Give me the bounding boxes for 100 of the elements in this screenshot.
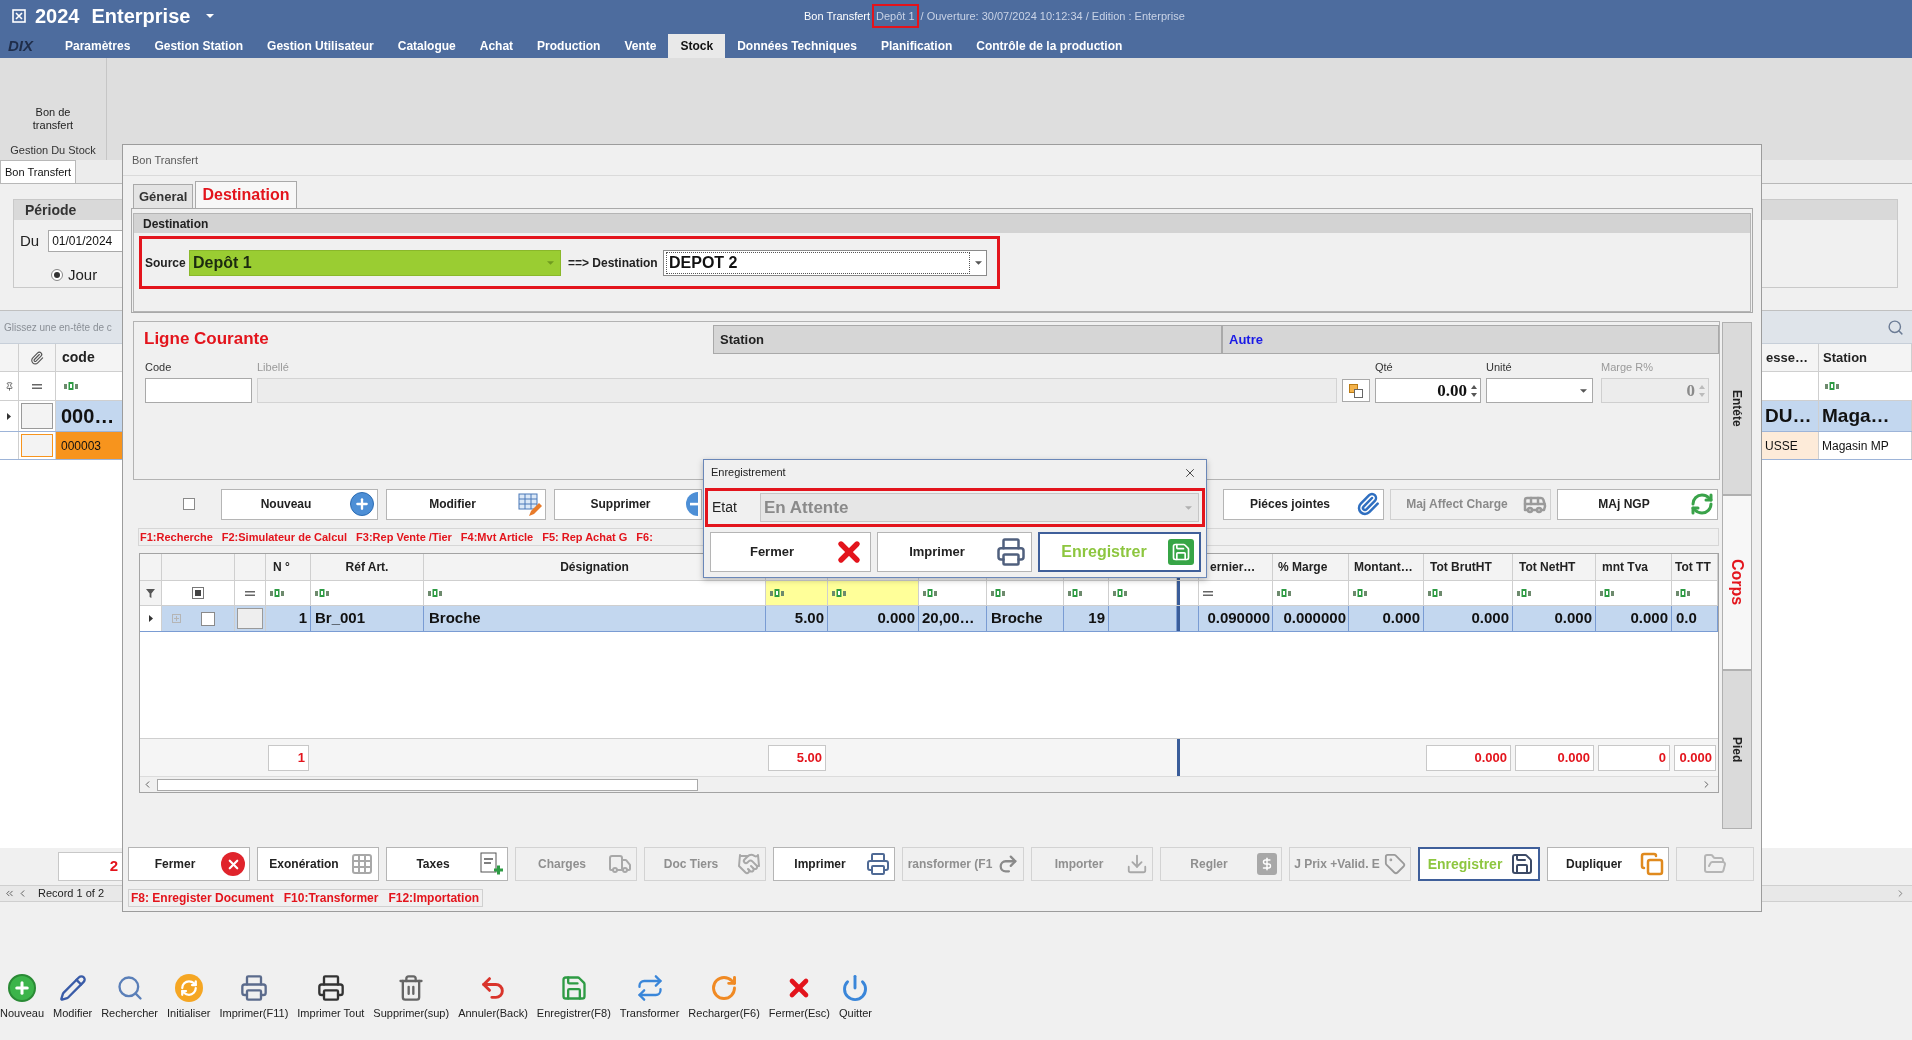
- toolbar-button[interactable]: Recharger(F6): [688, 974, 760, 1020]
- column-header[interactable]: Station: [1819, 344, 1912, 371]
- filter-cell[interactable]: [828, 581, 919, 605]
- field-label: Qté: [1375, 361, 1394, 374]
- column-header[interactable]: Tot BrutHT: [1424, 554, 1513, 580]
- source-combo[interactable]: Depôt 1: [189, 249, 561, 276]
- toolbar-button[interactable]: Supprimer(sup): [373, 974, 450, 1020]
- toolbar-button[interactable]: Fermer(Esc): [768, 974, 830, 1020]
- ribbon-button[interactable]: Bon de transfert: [20, 106, 86, 132]
- toolbar-button[interactable]: Modifier: [53, 974, 93, 1020]
- action-button[interactable]: Supprimer: [554, 488, 702, 520]
- checkbox[interactable]: [201, 611, 215, 626]
- toolbar-button[interactable]: Quitter: [838, 974, 872, 1020]
- footer-button[interactable]: Fermer: [128, 847, 250, 881]
- dialog-button[interactable]: Fermer: [710, 532, 871, 572]
- scrollbar-thumb[interactable]: [157, 778, 698, 791]
- shortcut-hint: F8: Enregister Document: [131, 890, 274, 907]
- toolbar-button[interactable]: Imprimer(F11): [219, 974, 289, 1020]
- footer-button[interactable]: Dupliquer: [1547, 847, 1669, 881]
- column-header[interactable]: mnt Tva: [1596, 554, 1672, 580]
- toolbar-button[interactable]: Enregistrer(F8): [536, 974, 611, 1020]
- menu-tab[interactable]: Contrôle de la production: [964, 34, 1135, 58]
- boxed-x-icon[interactable]: [12, 9, 26, 23]
- search-icon[interactable]: [1887, 318, 1904, 336]
- checkbox[interactable]: [192, 587, 204, 599]
- caret-icon[interactable]: [206, 14, 215, 18]
- action-button[interactable]: Modifier: [386, 488, 546, 520]
- side-tab[interactable]: Corps: [1722, 495, 1752, 670]
- column-header[interactable]: esse…: [1762, 344, 1819, 371]
- text-filter-icon: [1517, 589, 1531, 597]
- destination-combo[interactable]: DEPOT 2: [663, 249, 987, 276]
- toolbar-button[interactable]: Initialiser: [167, 974, 211, 1020]
- window-title: Bon Transfert: [132, 152, 199, 168]
- filter-cell[interactable]: [766, 581, 828, 605]
- folder-icon: [1703, 852, 1727, 876]
- icon-button[interactable]: [1342, 379, 1370, 402]
- column-header[interactable]: % Marge: [1273, 554, 1349, 580]
- paperclip-icon: [30, 350, 44, 365]
- column-header[interactable]: Réf Art.: [311, 554, 424, 580]
- shortcut-hint: F1:Recherche: [140, 529, 213, 545]
- toolbar-button[interactable]: Rechercher: [101, 974, 159, 1020]
- text-filter-icon: [270, 589, 284, 597]
- action-button[interactable]: MAj NGP: [1557, 488, 1718, 520]
- checkbox[interactable]: [183, 498, 195, 510]
- footer-button[interactable]: Imprimer: [773, 847, 895, 881]
- equals-filter-icon: [1203, 590, 1213, 596]
- caret-icon[interactable]: [975, 260, 982, 265]
- toolbar-button[interactable]: Nouveau: [0, 974, 45, 1020]
- row-button[interactable]: [237, 608, 263, 629]
- menu-tab[interactable]: Stock: [668, 34, 726, 58]
- menu-tab[interactable]: Production: [525, 34, 613, 58]
- text-filter-icon: [923, 589, 937, 597]
- column-header[interactable]: Tot TT: [1672, 554, 1718, 580]
- side-tab[interactable]: Pied: [1722, 670, 1752, 829]
- document-plus-icon: [479, 852, 503, 876]
- combo-field[interactable]: [1486, 378, 1593, 403]
- pin-icon[interactable]: [4, 381, 14, 391]
- row-button[interactable]: [21, 403, 53, 429]
- toolbar-button[interactable]: Imprimer Tout: [297, 974, 365, 1020]
- menu-tab[interactable]: Catalogue: [385, 34, 468, 58]
- menu-tab[interactable]: Planification: [868, 34, 965, 58]
- document-tab[interactable]: Bon Transfert: [0, 160, 77, 183]
- menu-tab[interactable]: Données Techniques: [725, 34, 869, 58]
- column-header[interactable]: N °: [266, 554, 311, 580]
- action-button[interactable]: Nouveau: [221, 488, 378, 520]
- printer-icon: [316, 974, 345, 1002]
- toolbar-button[interactable]: Annuler(Back): [458, 974, 528, 1020]
- radio-button[interactable]: [51, 268, 63, 281]
- side-tab[interactable]: Entéte: [1722, 322, 1752, 495]
- date-field[interactable]: 01/01/2024: [48, 230, 122, 253]
- menu-tab[interactable]: Paramètres: [53, 34, 143, 58]
- column-header[interactable]: Tot NetHT: [1513, 554, 1596, 580]
- spin-field[interactable]: 0.00: [1375, 378, 1481, 403]
- total-field: 0: [1598, 745, 1670, 771]
- menu-tab[interactable]: Vente: [612, 34, 669, 58]
- caret-icon[interactable]: [1580, 388, 1587, 393]
- footer-button[interactable]: Taxes: [386, 847, 508, 881]
- menu-tab[interactable]: Gestion Utilisateur: [255, 34, 386, 58]
- grid-icon: [350, 852, 374, 876]
- document-title: Bon Transfert: [804, 8, 871, 24]
- record-counter: Record 1 of 2: [38, 886, 105, 902]
- spin-arrows-icon[interactable]: [1471, 384, 1477, 397]
- footer-button[interactable]: Exonération: [257, 847, 379, 881]
- group-by-hint: Glissez une en-tête de c: [4, 320, 112, 335]
- menu-tab[interactable]: Gestion Station: [142, 34, 256, 58]
- tab[interactable]: Géneral: [133, 184, 194, 208]
- input-field[interactable]: [145, 378, 252, 403]
- field-label: Libellé: [257, 361, 290, 374]
- action-button[interactable]: Piéces jointes: [1223, 488, 1384, 520]
- dialog-button[interactable]: Imprimer: [877, 532, 1032, 572]
- column-header[interactable]: Montant…: [1349, 554, 1424, 580]
- filter-icon[interactable]: [146, 588, 155, 598]
- table-cell: 0.000: [828, 606, 919, 631]
- table-cell: 20,00…: [919, 606, 987, 631]
- first-record-icon[interactable]: [4, 888, 15, 899]
- menu-tab[interactable]: Achat: [467, 34, 526, 58]
- table-row[interactable]: 1 Br_001 Broche 5.00 0.000 20,00… Broche 19 0.090000 0.000000 0.000 0.000 0.000 0.000 0.0: [140, 606, 1718, 632]
- row-button[interactable]: [21, 434, 53, 457]
- tab[interactable]: Destination: [195, 181, 297, 208]
- toolbar-button[interactable]: Transformer: [619, 974, 680, 1020]
